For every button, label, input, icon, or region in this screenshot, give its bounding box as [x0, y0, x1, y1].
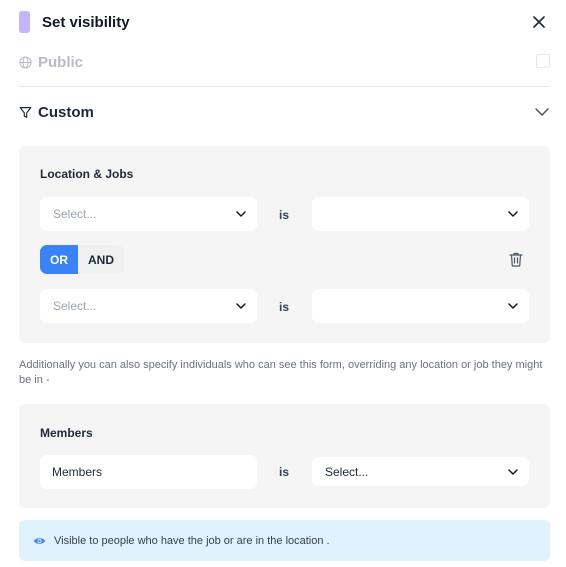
condition-1-operator: is: [279, 208, 290, 222]
logic-toggle: OR AND: [40, 245, 124, 274]
location-jobs-panel: Location & Jobs Select... is OR AND Sele…: [19, 146, 550, 343]
members-operator: is: [279, 465, 290, 479]
members-panel: Members Members is Select...: [19, 404, 550, 508]
chevron-down-icon: [508, 303, 518, 309]
members-field[interactable]: Members: [40, 455, 257, 489]
chevron-down-icon: [508, 211, 518, 217]
globe-icon: [19, 55, 32, 69]
condition-1-field-placeholder: Select...: [53, 207, 97, 221]
condition-1-field-select[interactable]: Select...: [40, 197, 257, 231]
close-icon: [533, 16, 545, 28]
info-banner: Visible to people who have the job or ar…: [19, 520, 550, 561]
eye-icon: [33, 537, 46, 544]
dialog-header: Set visibility: [19, 10, 549, 34]
info-text: Visible to people who have the job or ar…: [54, 534, 330, 547]
public-checkbox[interactable]: [536, 54, 550, 68]
public-label: Public: [38, 53, 84, 71]
condition-2-operator: is: [279, 300, 290, 314]
chevron-down-icon[interactable]: [534, 104, 550, 120]
condition-2-field-placeholder: Select...: [53, 299, 97, 313]
custom-label: Custom: [38, 103, 94, 121]
close-button[interactable]: [529, 12, 549, 32]
chevron-down-icon: [236, 303, 246, 309]
custom-option[interactable]: Custom: [19, 102, 550, 122]
members-title: Members: [40, 426, 93, 440]
and-toggle-button[interactable]: AND: [78, 245, 124, 274]
chevron-down-icon: [508, 469, 518, 475]
members-value-select[interactable]: Select...: [312, 457, 529, 486]
members-value-placeholder: Select...: [325, 464, 369, 479]
public-option[interactable]: Public: [19, 52, 550, 72]
accent-bar: [19, 11, 30, 33]
condition-1-value-select[interactable]: [312, 197, 529, 231]
chevron-down-icon: [236, 211, 246, 217]
or-toggle-button[interactable]: OR: [40, 245, 78, 274]
condition-2-field-select[interactable]: Select...: [40, 289, 257, 323]
dialog-title: Set visibility: [42, 13, 130, 31]
help-text: Additionally you can also specify indivi…: [19, 359, 543, 386]
filter-icon: [19, 106, 32, 118]
trash-icon[interactable]: [509, 252, 523, 267]
condition-2-value-select[interactable]: [312, 289, 529, 323]
divider: [19, 86, 550, 87]
location-jobs-title: Location & Jobs: [40, 167, 134, 181]
